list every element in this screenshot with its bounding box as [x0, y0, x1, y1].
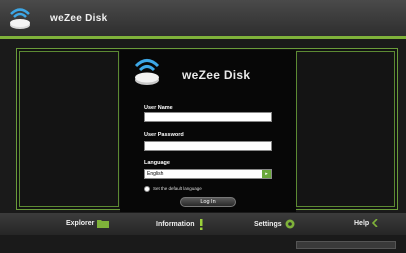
user-password-input[interactable] — [144, 141, 272, 151]
user-name-label: User Name — [144, 105, 173, 111]
nav-settings[interactable]: Settings — [254, 219, 295, 229]
default-language-radio[interactable] — [144, 186, 150, 192]
dropdown-arrow-icon[interactable]: ▸ — [262, 170, 271, 178]
header-divider — [0, 36, 406, 39]
app-title: weZee Disk — [50, 13, 108, 24]
user-name-input[interactable] — [144, 112, 272, 122]
language-select[interactable]: English ▸ — [144, 169, 272, 179]
nav-information-label: Information — [156, 221, 195, 228]
bottom-nav: Explorer Information Settings Help — [0, 213, 406, 235]
nav-settings-label: Settings — [254, 220, 282, 228]
default-language-label: Set the default language — [153, 186, 202, 191]
language-value: English — [147, 171, 164, 177]
status-bar — [296, 241, 396, 249]
chevron-left-icon — [372, 219, 378, 227]
nav-help-label: Help — [354, 219, 370, 227]
login-button[interactable]: Log In — [180, 197, 236, 207]
login-title: weZee Disk — [182, 68, 251, 82]
wifi-disk-logo-icon — [10, 8, 30, 29]
folder-icon — [97, 220, 110, 228]
gear-icon — [285, 219, 295, 229]
nav-explorer-label: Explorer — [66, 220, 95, 227]
nav-help[interactable]: Help — [354, 219, 378, 227]
user-password-label: User Password — [144, 132, 184, 138]
left-panel — [19, 51, 119, 207]
right-panel — [296, 51, 395, 207]
login-panel: weZee Disk User Name User Password Langu… — [120, 50, 296, 212]
exclamation-icon — [199, 219, 202, 230]
wifi-disk-logo-icon — [134, 59, 160, 85]
top-header: weZee Disk — [0, 0, 406, 36]
nav-explorer[interactable]: Explorer — [66, 219, 110, 228]
nav-information[interactable]: Information — [156, 219, 204, 230]
language-label: Language — [144, 160, 170, 166]
